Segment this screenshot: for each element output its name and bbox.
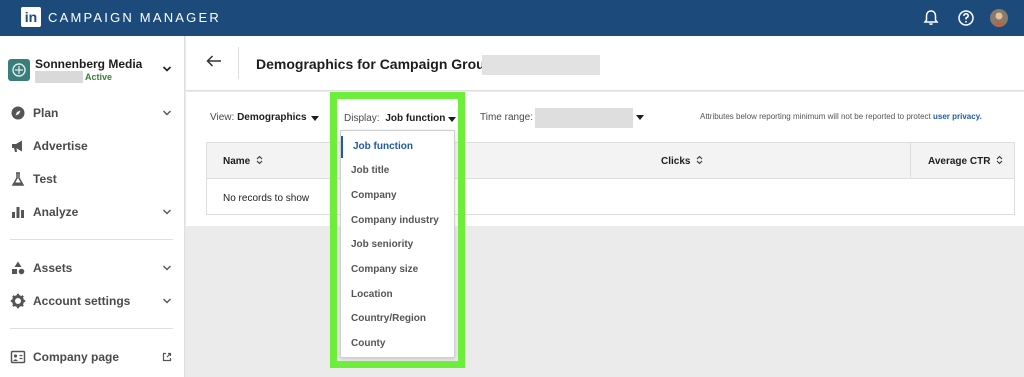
column-header-label: Clicks — [661, 156, 691, 167]
top-bar: in CAMPAIGN MANAGER — [0, 0, 1024, 36]
chevron-down-icon[interactable] — [162, 207, 172, 217]
chevron-down-icon[interactable] — [162, 296, 172, 306]
time-range-select[interactable] — [535, 108, 633, 128]
sidebar-item-label: Advertise — [33, 139, 88, 153]
view-filter-caret-icon[interactable] — [311, 116, 319, 121]
sort-icon — [256, 155, 263, 165]
account-switcher-chevron-icon[interactable] — [162, 64, 172, 74]
view-filter[interactable]: View: Demographics — [210, 112, 307, 123]
user-privacy-link[interactable]: user privacy. — [933, 112, 982, 121]
help-icon[interactable] — [956, 8, 976, 28]
sidebar-item-label: Analyze — [33, 205, 79, 219]
compass-icon — [11, 106, 25, 120]
sidebar-item-plan[interactable]: Plan — [10, 103, 175, 123]
privacy-note-text: Attributes below reporting minimum will … — [700, 112, 931, 121]
bell-icon[interactable] — [921, 8, 941, 28]
sidebar-item-assets[interactable]: Assets — [10, 258, 175, 278]
chevron-down-icon[interactable] — [162, 263, 172, 273]
account-logo-icon — [12, 63, 26, 77]
sidebar-divider — [10, 239, 173, 240]
sidebar-divider — [10, 328, 173, 329]
account-avatar — [8, 59, 30, 81]
sidebar-item-advertise[interactable]: Advertise — [10, 136, 175, 156]
column-header-label: Name — [223, 156, 251, 167]
redacted-campaign-group-name — [482, 55, 600, 75]
sidebar-item-label: Assets — [33, 261, 73, 275]
column-divider — [910, 143, 911, 179]
highlight-annotation-box — [330, 92, 465, 368]
sort-icon — [996, 155, 1003, 165]
header-divider — [238, 47, 239, 79]
empty-state-message: No records to show — [223, 193, 310, 204]
column-header-clicks[interactable]: Clicks — [661, 155, 703, 167]
sidebar-item-label: Test — [33, 172, 57, 186]
time-range-caret-icon[interactable] — [636, 115, 644, 120]
sidebar-item-label: Company page — [33, 350, 120, 364]
back-arrow-icon[interactable] — [205, 53, 223, 69]
linkedin-logo[interactable]: in — [21, 7, 41, 27]
time-range-label: Time range: — [480, 112, 533, 123]
demographics-table: Name Clicks Average CTR No records to sh… — [206, 142, 1015, 215]
redacted-account-id — [35, 71, 83, 83]
page-title: Demographics for Campaign Group: — [256, 56, 498, 72]
table-header-row: Name Clicks Average CTR — [207, 143, 1014, 179]
privacy-note: Attributes below reporting minimum will … — [700, 112, 982, 121]
column-header-average-ctr[interactable]: Average CTR — [928, 155, 1003, 167]
gear-icon — [10, 293, 26, 309]
column-header-name[interactable]: Name — [223, 155, 263, 167]
sidebar-item-label: Account settings — [33, 294, 131, 308]
flask-icon — [11, 172, 25, 186]
sidebar-item-company-page[interactable]: Company page — [10, 347, 175, 367]
company-page-icon — [10, 350, 26, 364]
megaphone-icon — [12, 140, 22, 152]
shapes-icon — [12, 261, 25, 275]
account-name[interactable]: Sonnenberg Media — [35, 57, 142, 71]
sidebar-item-test[interactable]: Test — [10, 169, 175, 189]
user-avatar[interactable] — [989, 8, 1009, 28]
external-link-icon[interactable] — [162, 352, 172, 362]
column-header-label: Average CTR — [928, 156, 991, 167]
app-title: CAMPAIGN MANAGER — [48, 10, 221, 25]
view-filter-label: View: — [210, 112, 235, 123]
bar-chart-icon — [12, 207, 24, 218]
sort-icon — [696, 155, 703, 165]
account-status-badge: Active — [85, 72, 113, 82]
view-filter-value: Demographics — [237, 112, 307, 123]
sidebar-item-analyze[interactable]: Analyze — [10, 202, 175, 222]
chevron-down-icon[interactable] — [162, 108, 172, 118]
sidebar-item-label: Plan — [33, 106, 59, 120]
sidebar-item-account-settings[interactable]: Account settings — [10, 291, 175, 311]
